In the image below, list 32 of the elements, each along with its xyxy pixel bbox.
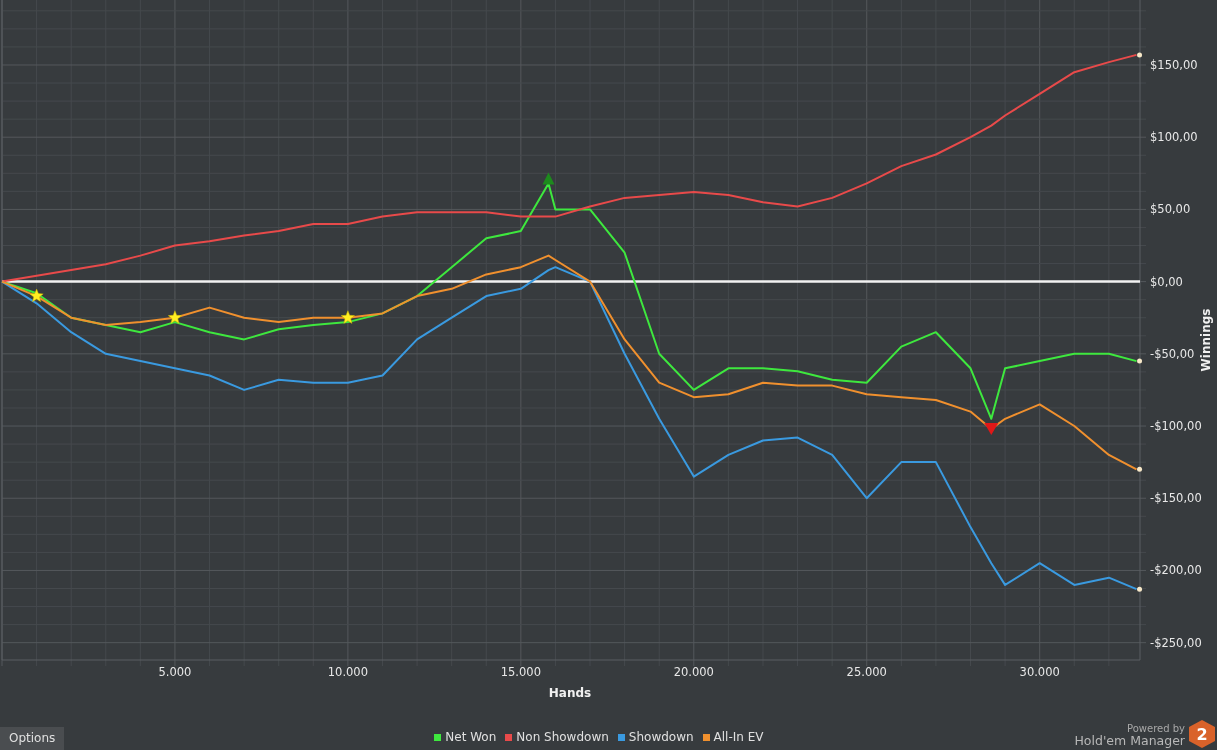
x-axis-title: Hands [548,686,592,700]
options-button[interactable]: Options [0,727,65,750]
point [29,288,44,302]
y-axis-label: $0,00 [1150,274,1183,289]
point [168,310,182,324]
legend-label: Net Won [445,730,497,744]
end-point-dot [1137,358,1143,364]
legend-label: Non Showdown [516,730,609,744]
x-axis-label: 15.000 [500,665,541,679]
x-axis-label: 20.000 [673,665,714,679]
x-axis-label: 5.000 [158,665,192,679]
product-name: Hold'em Manager [1074,734,1185,748]
logo-badge: 2 [1189,720,1215,748]
powered-by-text: Powered by [1127,723,1185,735]
y-axis-label: -$100,00 [1150,419,1202,434]
y-axis-label: -$150,00 [1150,491,1202,506]
y-axis-label: -$50,00 [1150,346,1195,361]
legend-label: Showdown [628,730,694,744]
legend-label: All-In EV [713,730,764,744]
y-axis-label: $50,00 [1150,202,1191,217]
x-axis-label: 25.000 [846,665,887,679]
y-axis-label: -$200,00 [1150,563,1202,578]
point [340,310,355,324]
end-point-dot [1137,466,1143,472]
end-point-dot [1137,586,1143,592]
x-axis-label: 30.000 [1019,665,1060,679]
y-axis-label: $100,00 [1150,130,1198,145]
end-point-dot [1137,52,1143,58]
x-axis-label: 10.000 [327,665,368,679]
y-axis-label: -$250,00 [1150,635,1202,650]
y-axis-title: Winnings [1199,308,1213,372]
y-axis-label: $150,00 [1150,58,1198,72]
